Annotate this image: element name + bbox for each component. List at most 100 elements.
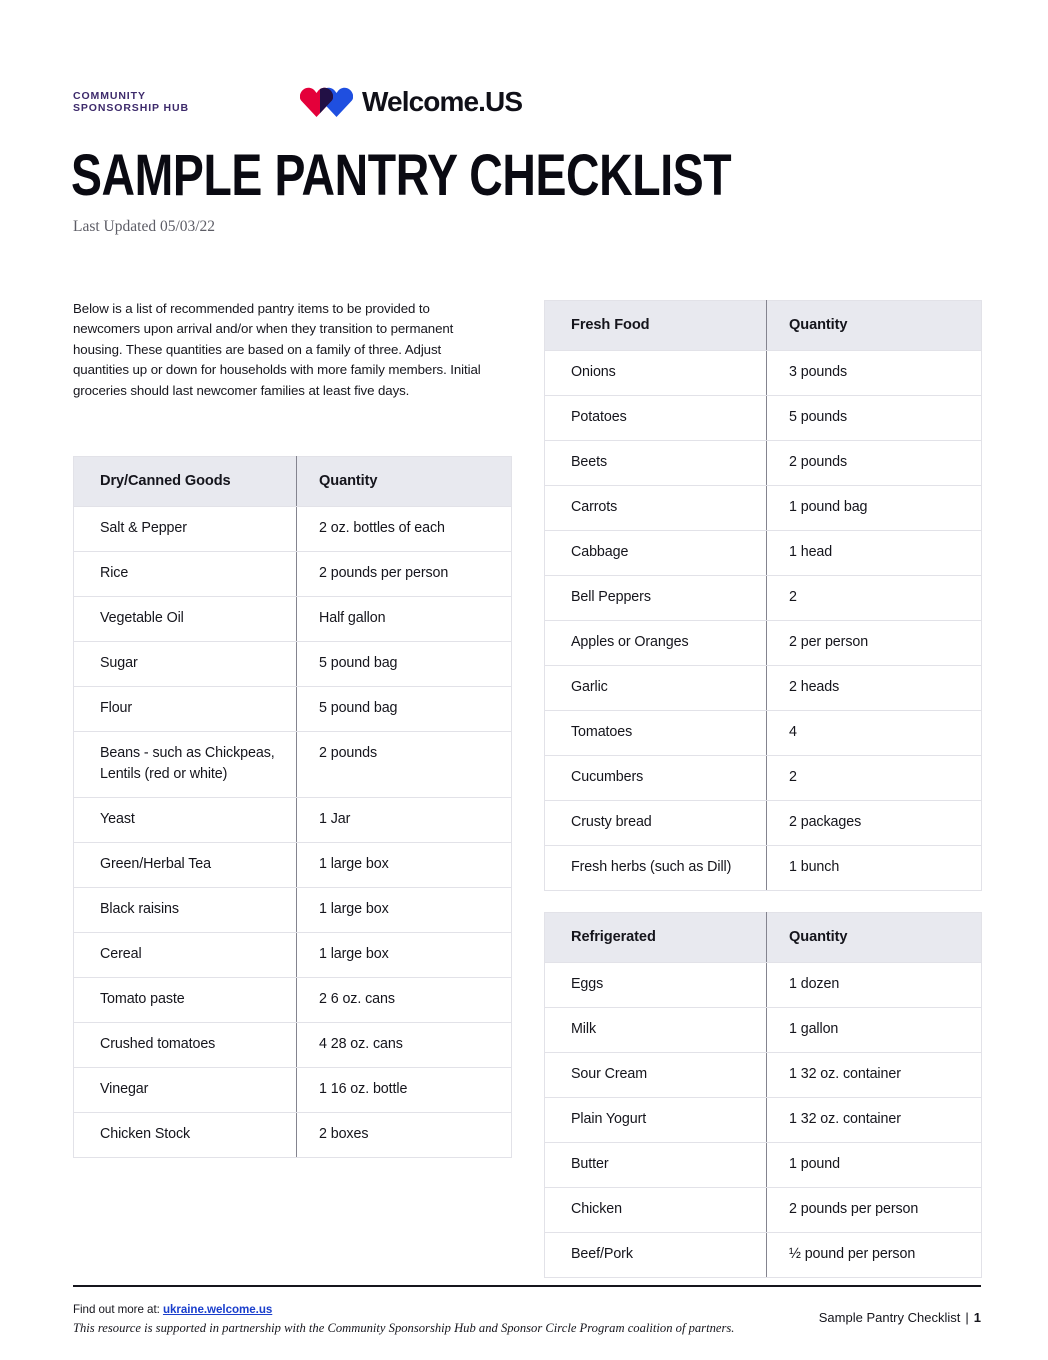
cell-quantity: 1 large box <box>296 932 512 978</box>
cell-quantity: 5 pound bag <box>296 686 512 732</box>
table-row: Vegetable Oil Half gallon <box>73 596 512 642</box>
cell-item: Beef/Pork <box>544 1232 767 1278</box>
table-row: Carrots 1 pound bag <box>544 485 982 531</box>
table-row: Butter 1 pound <box>544 1142 982 1188</box>
table-row: Crusty bread 2 packages <box>544 800 982 846</box>
cell-quantity: 2 boxes <box>296 1112 512 1158</box>
ukraine-welcome-us-link[interactable]: ukraine.welcome.us <box>163 1303 272 1316</box>
table-row: Beets 2 pounds <box>544 440 982 486</box>
cell-item: Flour <box>73 686 297 732</box>
cell-item: Tomatoes <box>544 710 767 756</box>
table-row: Cereal 1 large box <box>73 932 512 978</box>
table-row: Flour 5 pound bag <box>73 686 512 732</box>
table-row: Milk 1 gallon <box>544 1007 982 1053</box>
cell-item: Black raisins <box>73 887 297 933</box>
table-row: Apples or Oranges 2 per person <box>544 620 982 666</box>
table-row: Chicken 2 pounds per person <box>544 1187 982 1233</box>
column-header-item: Dry/Canned Goods <box>73 456 297 507</box>
cell-quantity: 1 large box <box>296 842 512 888</box>
cell-item: Sour Cream <box>544 1052 767 1098</box>
cell-item: Rice <box>73 551 297 597</box>
cell-quantity: 2 pounds per person <box>296 551 512 597</box>
cell-quantity: 1 gallon <box>766 1007 982 1053</box>
cell-quantity: 1 dozen <box>766 962 982 1008</box>
last-updated-text: Last Updated 05/03/22 <box>73 218 216 235</box>
welcome-us-logo: Welcome.US <box>300 86 523 118</box>
table-row: Fresh herbs (such as Dill) 1 bunch <box>544 845 982 891</box>
cell-quantity: 2 oz. bottles of each <box>296 506 512 552</box>
table-row: Salt & Pepper 2 oz. bottles of each <box>73 506 512 552</box>
cell-item: Potatoes <box>544 395 767 441</box>
table-row: Yeast 1 Jar <box>73 797 512 843</box>
column-header-item: Fresh Food <box>544 300 767 351</box>
table-row: Plain Yogurt 1 32 oz. container <box>544 1097 982 1143</box>
document-page: COMMUNITY SPONSORSHIP HUB Welcome.US SAM… <box>0 0 1048 1360</box>
table-row: Cabbage 1 head <box>544 530 982 576</box>
cell-item: Fresh herbs (such as Dill) <box>544 845 767 891</box>
table-row: Chicken Stock 2 boxes <box>73 1112 512 1158</box>
footer-separator: | <box>965 1310 969 1325</box>
cell-item: Milk <box>544 1007 767 1053</box>
column-header-quantity: Quantity <box>296 456 512 507</box>
table-row: Black raisins 1 large box <box>73 887 512 933</box>
dry-canned-goods-body: Salt & Pepper 2 oz. bottles of each Rice 2 … <box>73 506 512 1158</box>
find-out-more-label: Find out more at: <box>73 1303 163 1316</box>
cell-item: Green/Herbal Tea <box>73 842 297 888</box>
cell-quantity: 5 pounds <box>766 395 982 441</box>
table-header-row: Refrigerated Quantity <box>544 912 982 963</box>
page-number: 1 <box>973 1310 981 1325</box>
table-header-row: Dry/Canned Goods Quantity <box>73 456 512 507</box>
cell-item: Bell Peppers <box>544 575 767 621</box>
heart-icon-overlap <box>320 87 333 117</box>
table-row: Onions 3 pounds <box>544 350 982 396</box>
refrigerated-body: Eggs 1 dozen Milk 1 gallon Sour Cream 1 32 oz… <box>544 962 982 1278</box>
column-header-item: Refrigerated <box>544 912 767 963</box>
cell-item: Cereal <box>73 932 297 978</box>
table-row: Green/Herbal Tea 1 large box <box>73 842 512 888</box>
cell-quantity: 1 bunch <box>766 845 982 891</box>
table-row: Rice 2 pounds per person <box>73 551 512 597</box>
cell-quantity: 2 pounds <box>296 731 512 798</box>
table-row: Cucumbers 2 <box>544 755 982 801</box>
cell-quantity: 3 pounds <box>766 350 982 396</box>
cell-item: Crusty bread <box>544 800 767 846</box>
cell-quantity: ½ pound per person <box>766 1232 982 1278</box>
cell-item: Eggs <box>544 962 767 1008</box>
cell-item: Crushed tomatoes <box>73 1022 297 1068</box>
cell-quantity: 2 packages <box>766 800 982 846</box>
cell-item: Cabbage <box>544 530 767 576</box>
table-row: Tomato paste 2 6 oz. cans <box>73 977 512 1023</box>
cell-quantity: 1 Jar <box>296 797 512 843</box>
cell-item: Tomato paste <box>73 977 297 1023</box>
intro-paragraph: Below is a list of recommended pantry it… <box>73 301 481 398</box>
table-row: Bell Peppers 2 <box>544 575 982 621</box>
cell-quantity: 2 <box>766 575 982 621</box>
column-header-quantity: Quantity <box>766 300 982 351</box>
footer-left: Find out more at: ukraine.welcome.us Thi… <box>73 1303 734 1336</box>
footer-right: Sample Pantry Checklist | 1 <box>819 1310 981 1325</box>
cell-item: Vinegar <box>73 1067 297 1113</box>
cell-quantity: 1 pound bag <box>766 485 982 531</box>
dry-canned-goods-table: Dry/Canned Goods Quantity Salt & Pepper 2… <box>73 456 512 1158</box>
table-row: Beans - such as Chickpeas, Lentils (red … <box>73 731 512 798</box>
table-row: Tomatoes 4 <box>544 710 982 756</box>
cell-quantity: 2 pounds per person <box>766 1187 982 1233</box>
cell-item: Sugar <box>73 641 297 687</box>
cell-quantity: Half gallon <box>296 596 512 642</box>
cell-quantity: 2 heads <box>766 665 982 711</box>
cell-item: Onions <box>544 350 767 396</box>
cell-quantity: 4 <box>766 710 982 756</box>
cell-item: Beets <box>544 440 767 486</box>
cell-quantity: 1 32 oz. container <box>766 1097 982 1143</box>
table-row: Garlic 2 heads <box>544 665 982 711</box>
cell-item: Chicken <box>544 1187 767 1233</box>
table-row: Potatoes 5 pounds <box>544 395 982 441</box>
fresh-food-body: Onions 3 pounds Potatoes 5 pounds Beets 2 pou… <box>544 350 982 891</box>
cell-quantity: 1 pound <box>766 1142 982 1188</box>
community-sponsorship-hub-logo: COMMUNITY SPONSORSHIP HUB <box>73 89 189 115</box>
cell-quantity: 2 per person <box>766 620 982 666</box>
cell-quantity: 5 pound bag <box>296 641 512 687</box>
table-row: Sugar 5 pound bag <box>73 641 512 687</box>
cell-quantity: 1 large box <box>296 887 512 933</box>
welcome-us-heart-icon <box>300 87 353 117</box>
